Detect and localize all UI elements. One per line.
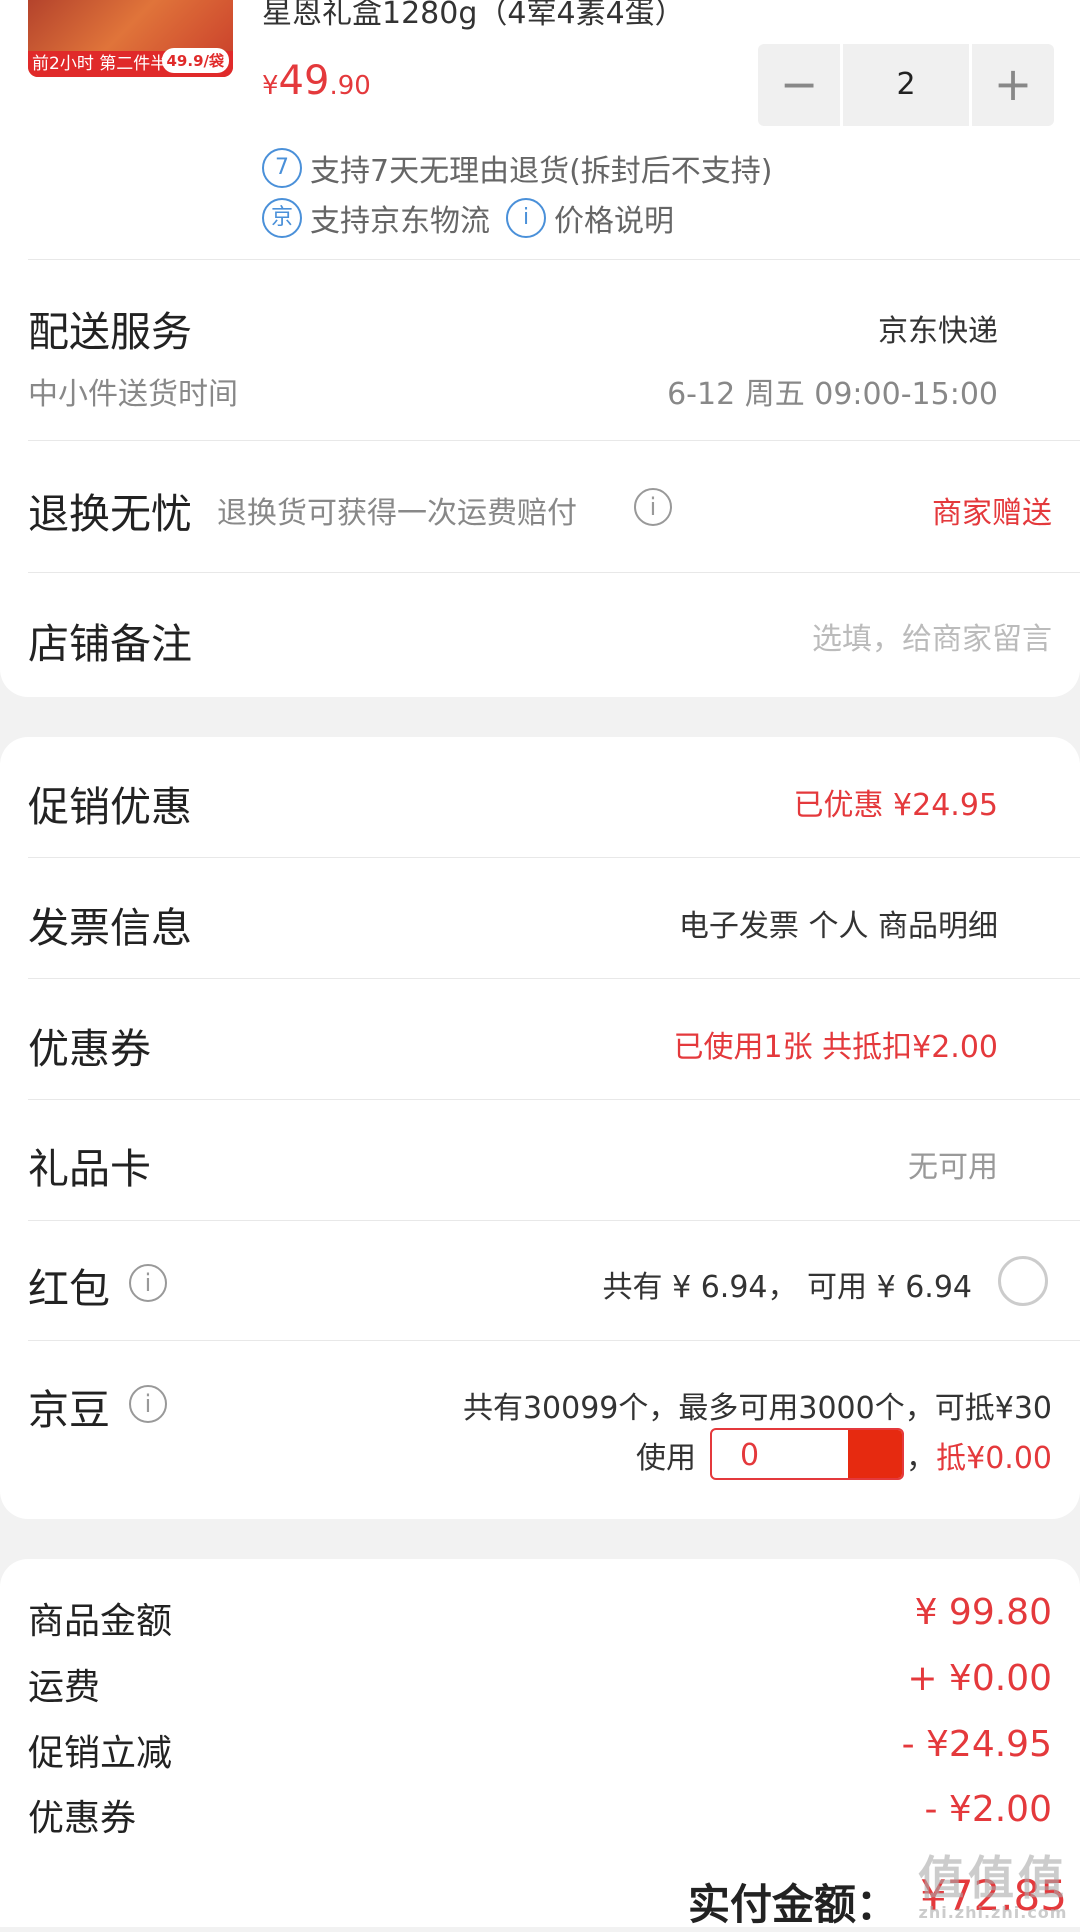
jingdou-deduct: 抵¥0.00: [936, 1441, 1052, 1476]
red-packet-label: 红包: [28, 1265, 110, 1313]
return-value[interactable]: 商家赠送: [932, 488, 1052, 532]
price-summary-card: 商品金额 ¥ 99.80 运费 + ¥0.00 促销立减 - ¥24.95 优惠…: [0, 1559, 1080, 1929]
total-label: 实付金额：: [688, 1880, 899, 1929]
red-packet-info-icon[interactable]: i: [129, 1264, 167, 1302]
increase-button[interactable]: +: [972, 44, 1054, 126]
summary-value-goods: ¥ 99.80: [914, 1592, 1052, 1633]
info-icon[interactable]: i: [506, 198, 546, 238]
price-symbol: ¥: [262, 71, 279, 101]
return-desc: 退换货可获得一次运费赔付: [217, 496, 577, 531]
summary-label-coupon: 优惠券: [28, 1798, 137, 1839]
red-packet-radio[interactable]: [998, 1256, 1048, 1306]
divider: [28, 978, 1080, 979]
summary-label-promo: 促销立减: [28, 1733, 173, 1774]
decrease-button[interactable]: −: [758, 44, 840, 126]
divider: [28, 1099, 1080, 1100]
divider: [28, 1220, 1080, 1221]
order-item-card: 前2小时 第二件半价 49.9/袋 星恩礼盒1280g（4荤4素4蛋） ¥49.…: [0, 0, 1080, 697]
store-remark-label: 店铺备注: [28, 620, 192, 668]
quantity-stepper: − 2 +: [758, 44, 1054, 126]
jingdou-use-label: 使用: [636, 1441, 696, 1476]
service-text: 支持京东物流: [310, 204, 490, 239]
summary-value-promo: - ¥24.95: [901, 1724, 1052, 1765]
watermark-logo: 值值值 zhi.zhi.zhi.com: [918, 1855, 1068, 1921]
red-packet-value: 共有 ¥ 6.94， 可用 ¥ 6.94: [602, 1270, 972, 1305]
summary-value-coupon: - ¥2.00: [924, 1789, 1053, 1830]
coupon-value[interactable]: 已使用1张 共抵扣¥2.00: [673, 1022, 998, 1066]
jingdou-label: 京豆: [28, 1386, 110, 1434]
gift-card-label: 礼品卡: [28, 1145, 151, 1193]
seven-day-icon: 7: [262, 148, 302, 188]
summary-label-shipping: 运费: [28, 1667, 101, 1708]
delivery-label: 配送服务: [28, 308, 192, 356]
delivery-time-label: 中小件送货时间: [28, 377, 238, 412]
product-title: 星恩礼盒1280g（4荤4素4蛋）: [262, 0, 685, 31]
summary-label-goods: 商品金额: [28, 1601, 173, 1642]
service-text: 支持7天无理由退货(拆封后不支持): [310, 154, 773, 189]
quantity-value[interactable]: 2: [843, 44, 969, 126]
jingdou-desc: 共有30099个，最多可用3000个，可抵¥30: [462, 1391, 1052, 1426]
watermark-url: zhi.zhi.zhi.com: [918, 1903, 1068, 1922]
store-remark-input[interactable]: 选填，给商家留言: [812, 614, 1052, 658]
price-decimal: .90: [329, 71, 371, 101]
price-explanation-link[interactable]: 价格说明: [554, 196, 674, 240]
divider: [28, 1340, 1080, 1341]
thumb-price: 49.9/袋: [161, 48, 229, 73]
invoice-value[interactable]: 电子发票 个人 商品明细: [679, 901, 998, 945]
gift-card-value[interactable]: 无可用: [908, 1142, 998, 1186]
divider: [28, 572, 1080, 573]
order-options-card: 促销优惠 已优惠 ¥24.95 发票信息 电子发票 个人 商品明细 优惠券 已使…: [0, 737, 1080, 1519]
watermark-text: 值值值: [918, 1851, 1068, 1905]
service-row-2: 京 支持京东物流 i 价格说明: [262, 196, 674, 240]
jingdou-info-icon[interactable]: i: [129, 1385, 167, 1423]
delivery-value[interactable]: 京东快递: [878, 306, 998, 350]
divider: [28, 440, 1080, 441]
return-worry-free-label: 退换无忧: [28, 490, 192, 538]
promo-value[interactable]: 已优惠 ¥24.95: [793, 780, 998, 824]
service-return-7days: 7 支持7天无理由退货(拆封后不支持): [262, 146, 773, 190]
price-integer: 49: [278, 58, 330, 104]
jingdou-amount-input[interactable]: 0: [710, 1428, 904, 1480]
divider: [28, 259, 1080, 260]
jingdou-input-fill: [848, 1430, 902, 1478]
coupon-label: 优惠券: [28, 1025, 151, 1073]
jingdou-comma: ，: [906, 1441, 936, 1476]
jingdou-input-value: 0: [740, 1438, 760, 1473]
summary-value-shipping: + ¥0.00: [907, 1658, 1052, 1699]
delivery-time-value[interactable]: 6-12 周五 09:00-15:00: [667, 369, 998, 413]
product-thumbnail[interactable]: 前2小时 第二件半价 49.9/袋: [28, 0, 233, 77]
jd-logistics-icon: 京: [262, 198, 302, 238]
return-info-icon[interactable]: i: [634, 488, 672, 526]
promo-label: 促销优惠: [28, 783, 192, 831]
invoice-label: 发票信息: [28, 904, 192, 952]
divider: [28, 857, 1080, 858]
product-price: ¥49.90: [262, 58, 371, 104]
